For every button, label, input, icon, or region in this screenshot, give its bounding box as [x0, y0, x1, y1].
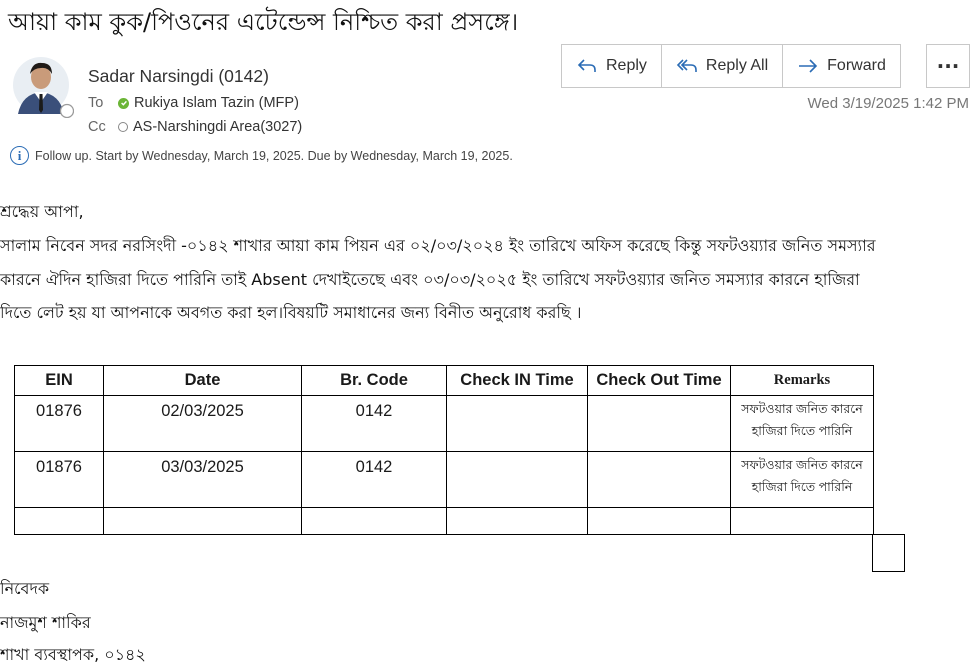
header-ein: EIN [14, 365, 104, 396]
header-date: Date [103, 365, 302, 396]
cell-date: 03/03/2025 [103, 451, 302, 508]
table-header-row: EIN Date Br. Code Check IN Time Check Ou… [14, 365, 874, 396]
reply-icon [577, 59, 596, 72]
remarks-line-2: হাজিরা দিতে পারিনি [751, 424, 853, 438]
forward-icon [799, 59, 818, 73]
sender-avatar[interactable] [12, 56, 74, 118]
reply-all-button[interactable]: Reply All [662, 45, 784, 87]
email-subject: আয়া কাম কুক/পিওনের এটেন্ডেন্স নিশ্চিত ক… [8, 8, 519, 36]
more-actions-button[interactable]: ··· [926, 44, 970, 88]
cc-line: Cc AS-Narshingdi Area(3027) [88, 119, 302, 135]
cell-br-code: 0142 [301, 395, 447, 452]
body-line-2: কারনে ঐদিন হাজিরা দিতে পারিনি তাই Absent… [0, 270, 860, 289]
header-check-out: Check Out Time [587, 365, 731, 396]
sent-datetime: Wed 3/19/2025 1:42 PM [807, 95, 970, 112]
reply-all-icon [676, 59, 697, 72]
forward-label: Forward [827, 57, 886, 74]
followup-banner: i Follow up. Start by Wednesday, March 1… [10, 146, 513, 165]
cell-check-in [446, 451, 588, 508]
cell-empty [730, 507, 874, 535]
closing-line-3: শাখা ব্যবস্থাপক, ০১৪২ [0, 645, 146, 664]
to-label: To [88, 95, 104, 111]
cell-check-out [587, 395, 731, 452]
cell-remarks: সফটওয়ার জনিত কারনে হাজিরা দিতে পারিনি [730, 395, 874, 452]
table-row: 01876 02/03/2025 0142 সফটওয়ার জনিত কারন… [14, 395, 874, 452]
cell-ein: 01876 [14, 395, 104, 452]
offline-status-icon [118, 122, 128, 132]
cell-br-code: 0142 [301, 451, 447, 508]
cc-label: Cc [88, 119, 106, 135]
cell-date: 02/03/2025 [103, 395, 302, 452]
closing-line-1: নিবেদক [0, 579, 50, 598]
remarks-line-1: সফটওয়ার জনিত কারনে [741, 402, 863, 416]
info-icon: i [10, 146, 29, 165]
header-remarks: Remarks [730, 365, 874, 396]
reply-all-label: Reply All [705, 57, 769, 74]
cell-empty [446, 507, 588, 535]
cell-empty [587, 507, 731, 535]
presence-icon [59, 103, 74, 118]
cell-empty [301, 507, 447, 535]
table-row-empty [14, 507, 874, 535]
sender-name[interactable]: Sadar Narsingdi (0142) [88, 66, 269, 87]
body-line-3: দিতে লেট হয় যা আপনাকে অবগত করা হল।বিষয়… [0, 303, 582, 322]
table-row: 01876 03/03/2025 0142 সফটওয়ার জনিত কারন… [14, 451, 874, 508]
reply-button[interactable]: Reply [562, 45, 662, 87]
header-br-code: Br. Code [301, 365, 447, 396]
remarks-line-2: হাজিরা দিতে পারিনি [751, 480, 853, 494]
remarks-line-1: সফটওয়ার জনিত কারনে [741, 458, 863, 472]
cell-check-out [587, 451, 731, 508]
to-recipient[interactable]: Rukiya Islam Tazin (MFP) [134, 95, 299, 111]
cell-empty [14, 507, 104, 535]
body-line-1: সালাম নিবেন সদর নরসিংদী -০১৪২ শাখার আয়া… [0, 236, 876, 255]
reply-label: Reply [606, 57, 647, 74]
forward-button[interactable]: Forward [783, 45, 900, 87]
cell-check-in [446, 395, 588, 452]
greeting-text: শ্রদ্ধেয় আপা, [0, 202, 84, 221]
stray-table-cell [872, 534, 905, 572]
cell-remarks: সফটওয়ার জনিত কারনে হাজিরা দিতে পারিনি [730, 451, 874, 508]
followup-text: Follow up. Start by Wednesday, March 19,… [35, 148, 513, 163]
cell-empty [103, 507, 302, 535]
available-status-icon [118, 97, 129, 109]
message-actions: Reply Reply All Forward [561, 44, 901, 88]
cc-recipient[interactable]: AS-Narshingdi Area(3027) [133, 119, 302, 135]
closing-line-2: নাজমুশ শাকির [0, 613, 91, 632]
cell-ein: 01876 [14, 451, 104, 508]
to-line: To Rukiya Islam Tazin (MFP) [88, 95, 299, 111]
header-check-in: Check IN Time [446, 365, 588, 396]
attendance-table: EIN Date Br. Code Check IN Time Check Ou… [14, 365, 874, 535]
